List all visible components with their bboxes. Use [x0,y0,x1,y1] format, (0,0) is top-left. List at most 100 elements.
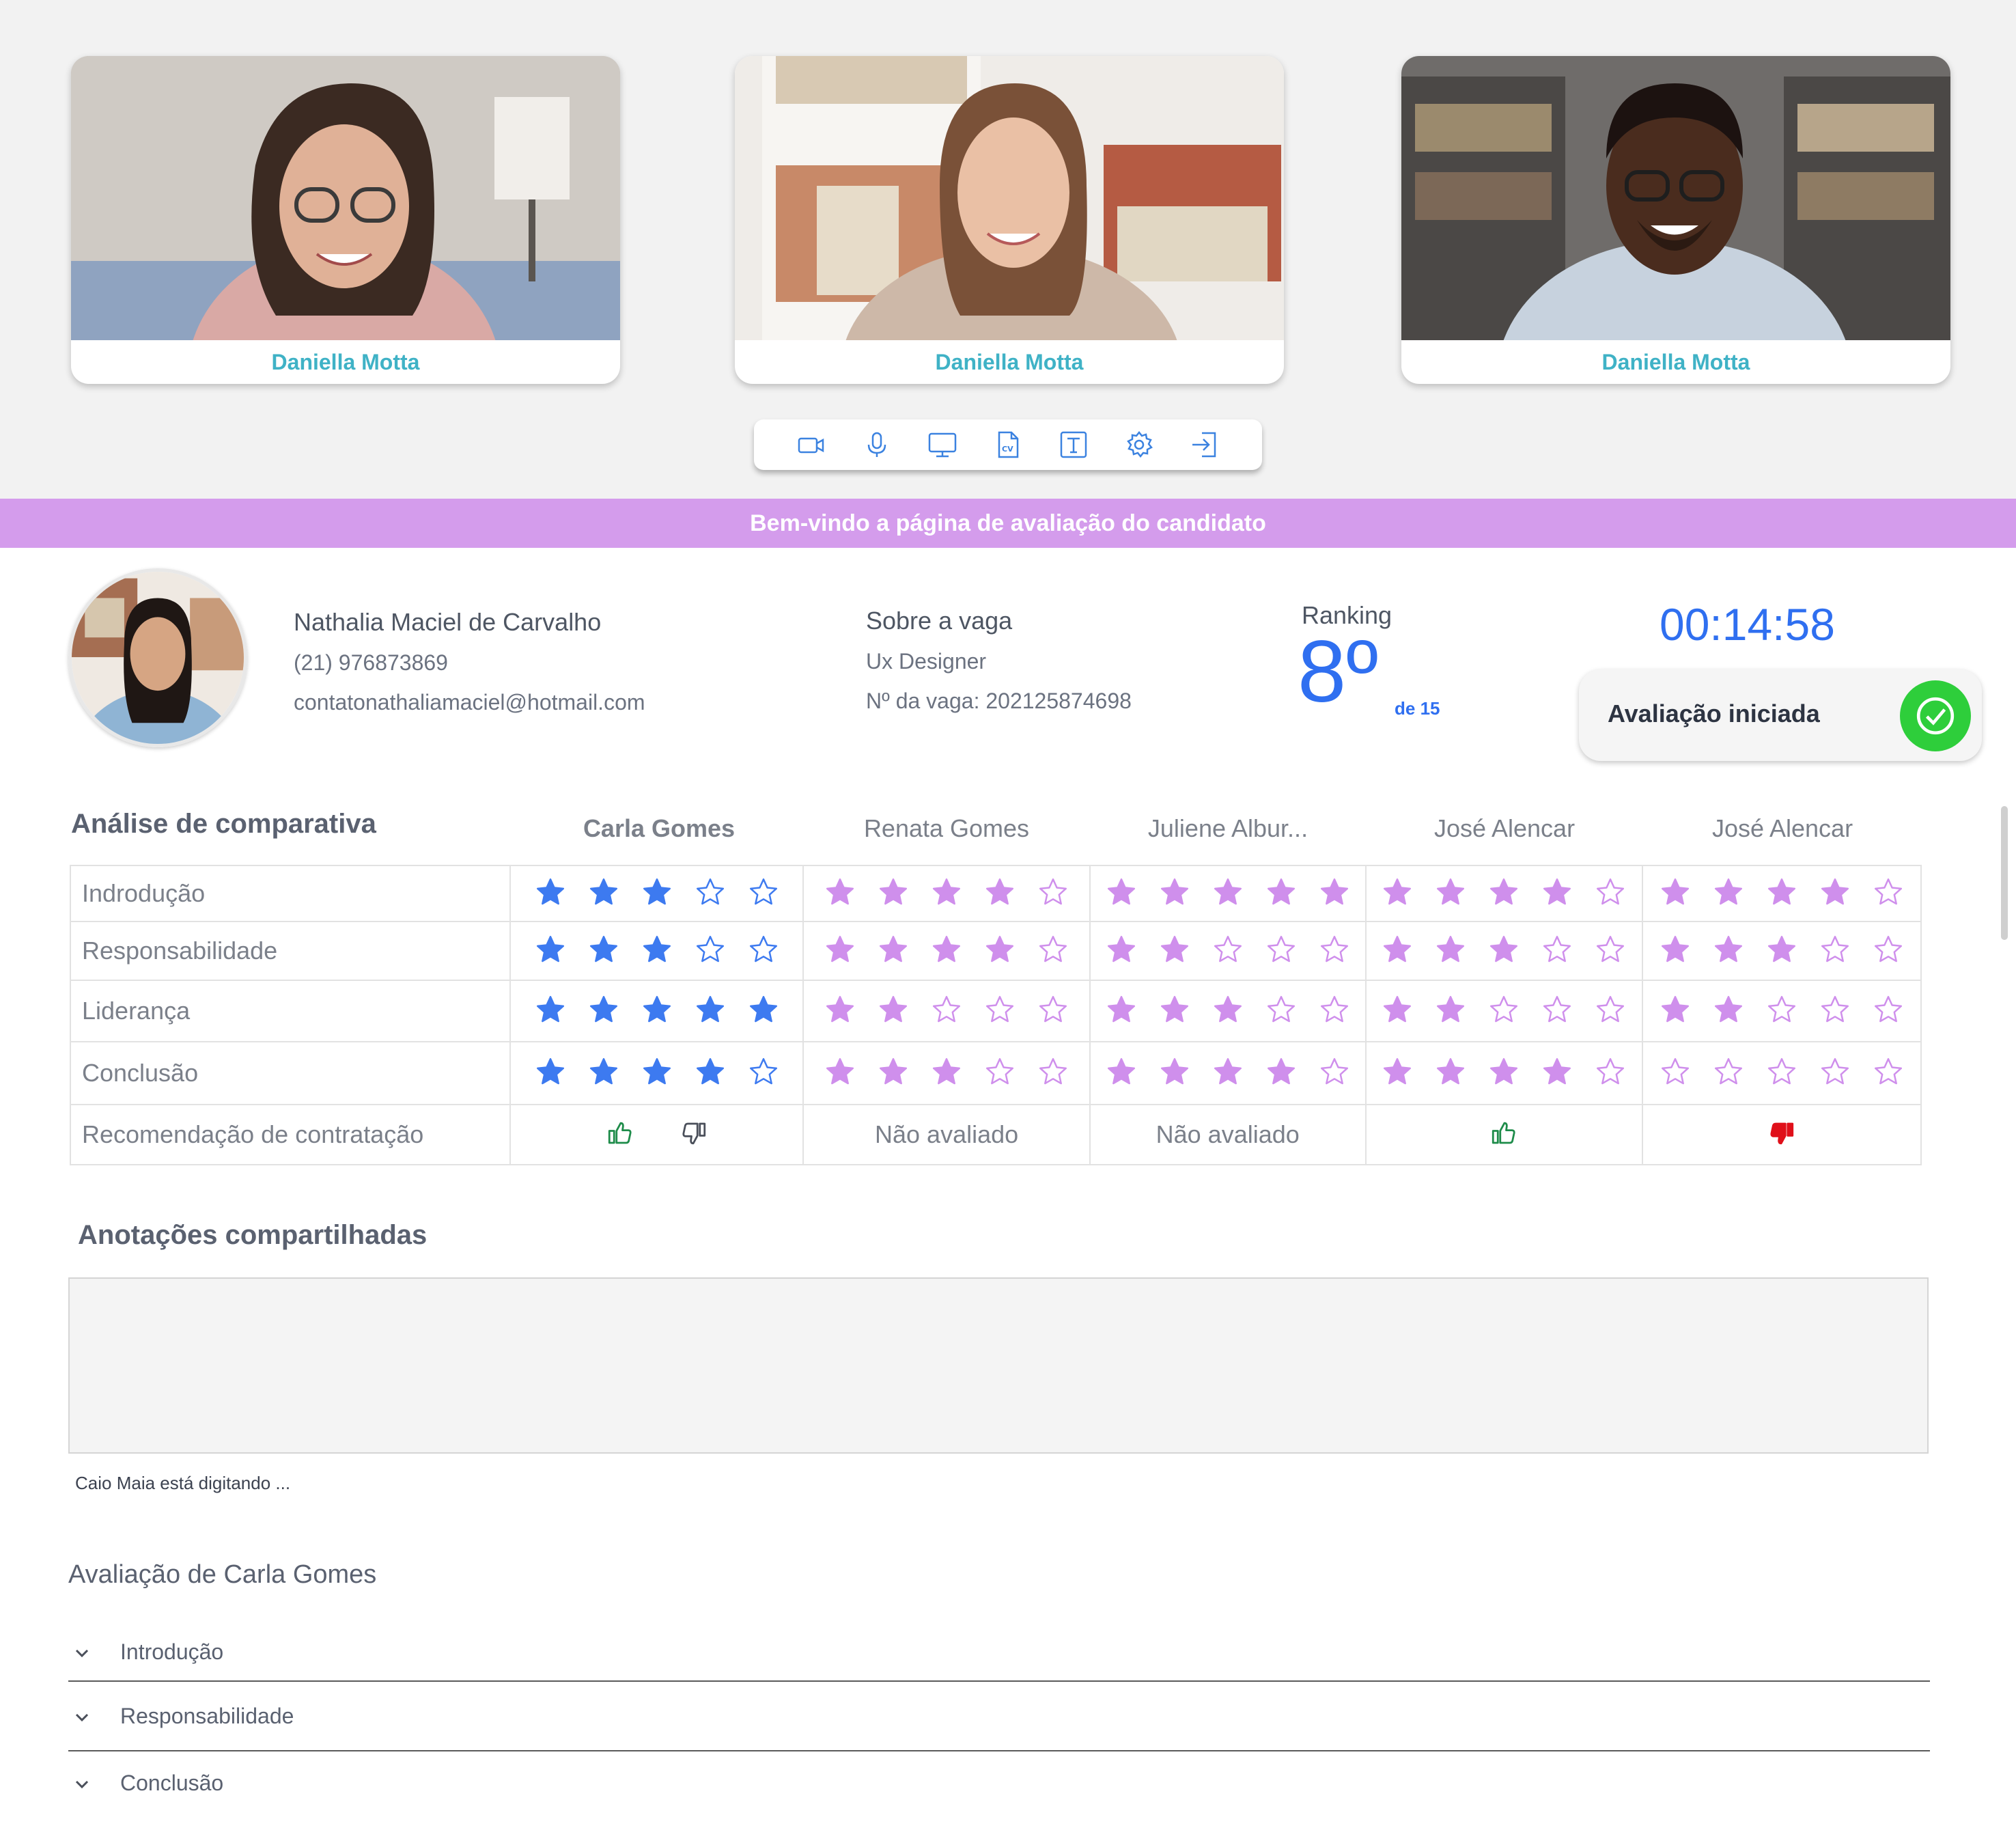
exit-icon[interactable] [1190,430,1220,460]
rating-cell[interactable] [1642,865,1922,922]
star-rating [1382,876,1626,908]
recommendation-status: Não avaliado [875,1120,1019,1148]
candidate-email: contatonathaliamaciel@hotmail.com [294,690,645,715]
participant-card[interactable]: Daniella Motta [735,56,1284,384]
rating-cell[interactable] [509,1041,804,1105]
comparison-table: Indrodução Responsabilidade Liderança Concl… [70,865,1922,1165]
star-filled-icon [643,995,671,1022]
recommendation-cell[interactable] [1364,1104,1644,1165]
comparison-row: Indrodução [70,865,1922,922]
rating-cell[interactable] [1364,865,1644,922]
rating-cell[interactable] [1089,980,1367,1042]
evaluator-header: Juliene Albur... [1147,814,1308,842]
star-outline-icon [749,935,777,962]
star-filled-icon [1107,878,1135,904]
microphone-icon[interactable] [862,430,892,460]
star-outline-icon [1039,878,1067,904]
rating-cell[interactable] [1364,1041,1644,1105]
recommendation-cell[interactable]: Não avaliado [802,1104,1091,1165]
star-filled-icon [1662,935,1690,962]
participant-video [735,56,1284,340]
evaluation-title: Avaliação de Carla Gomes [68,1560,377,1589]
rating-cell[interactable] [1089,865,1367,922]
star-rating [1382,1056,1626,1087]
star-filled-icon [1490,1057,1518,1084]
evaluation-status-toggle[interactable]: Avaliação iniciada [1579,669,1982,761]
page-scrollbar[interactable] [2001,806,2008,940]
thumbs-down-icon[interactable] [1767,1119,1796,1148]
star-outline-icon [986,995,1014,1022]
rating-cell[interactable] [802,865,1091,922]
star-outline-icon [1597,935,1625,962]
star-filled-icon [986,878,1014,904]
recommendation-cell[interactable] [1642,1104,1922,1165]
settings-icon[interactable] [1124,430,1154,460]
star-outline-icon [1597,1057,1625,1084]
rating-cell[interactable] [509,865,804,922]
recommendation-cell[interactable] [509,1104,804,1165]
rating-cell[interactable] [802,1041,1091,1105]
candidate-avatar [68,568,247,747]
camera-icon[interactable] [796,430,826,460]
rating-cell[interactable] [1364,980,1644,1042]
rating-cell[interactable] [1364,921,1644,981]
star-outline-icon [1214,935,1242,962]
participant-video [1401,56,1950,340]
shared-notes-textarea[interactable] [68,1277,1929,1454]
rating-cell[interactable] [802,921,1091,981]
accordion-label: Conclusão [120,1771,224,1795]
star-filled-icon [1490,878,1518,904]
evaluator-header: Renata Gomes [863,814,1030,842]
screen-share-icon[interactable] [927,430,957,460]
rating-cell[interactable] [1642,921,1922,981]
rating-cell[interactable] [509,980,804,1042]
star-filled-icon [826,878,854,904]
accordion-item-introducao[interactable]: Introdução [68,1634,1930,1675]
thumbs-down-icon[interactable] [680,1119,708,1148]
star-filled-icon [1437,1057,1465,1084]
text-icon[interactable] [1059,430,1089,460]
comparison-title: Análise de comparativa [71,809,376,839]
star-filled-icon [1214,995,1242,1022]
rating-cell[interactable] [1642,1041,1922,1105]
star-outline-icon [1320,1057,1348,1084]
star-outline-icon [1875,878,1903,904]
criterion-label: Liderança [70,980,511,1042]
participant-video [71,56,620,340]
participant-card[interactable]: Daniella Motta [71,56,620,384]
star-outline-icon [1267,995,1295,1022]
rating-cell[interactable] [1089,1041,1367,1105]
star-outline-icon [1875,935,1903,962]
ranking-value: 8º [1298,623,1378,721]
rating-cell[interactable] [802,980,1091,1042]
recommendation-cell[interactable]: Não avaliado [1089,1104,1367,1165]
star-filled-icon [749,995,777,1022]
star-filled-icon [536,935,564,962]
accordion-item-responsabilidade[interactable]: Responsabilidade [68,1698,1930,1739]
star-rating [1660,876,1904,908]
star-filled-icon [933,935,961,962]
evaluator-header: José Alencar [1433,814,1576,842]
thumbs-up-icon[interactable] [1489,1119,1518,1148]
star-filled-icon [1437,935,1465,962]
star-outline-icon [933,995,961,1022]
chevron-down-icon [75,1649,89,1658]
participant-card[interactable]: Daniella Motta [1401,56,1950,384]
star-filled-icon [880,1057,908,1084]
rating-cell[interactable] [1089,921,1367,981]
star-filled-icon [1768,935,1796,962]
star-rating [1660,994,1904,1025]
star-filled-icon [1107,1057,1135,1084]
evaluator-header: Carla Gomes [583,814,736,842]
cv-icon[interactable]: CV [993,430,1023,460]
accordion-item-conclusao[interactable]: Conclusão [68,1765,1930,1806]
star-rating [824,1056,1069,1087]
star-filled-icon [880,878,908,904]
star-filled-icon [643,1057,671,1084]
star-outline-icon [986,1057,1014,1084]
star-filled-icon [1107,995,1135,1022]
rating-cell[interactable] [509,921,804,981]
rating-cell[interactable] [1642,980,1922,1042]
star-filled-icon [696,995,724,1022]
thumbs-up-icon[interactable] [606,1119,634,1148]
